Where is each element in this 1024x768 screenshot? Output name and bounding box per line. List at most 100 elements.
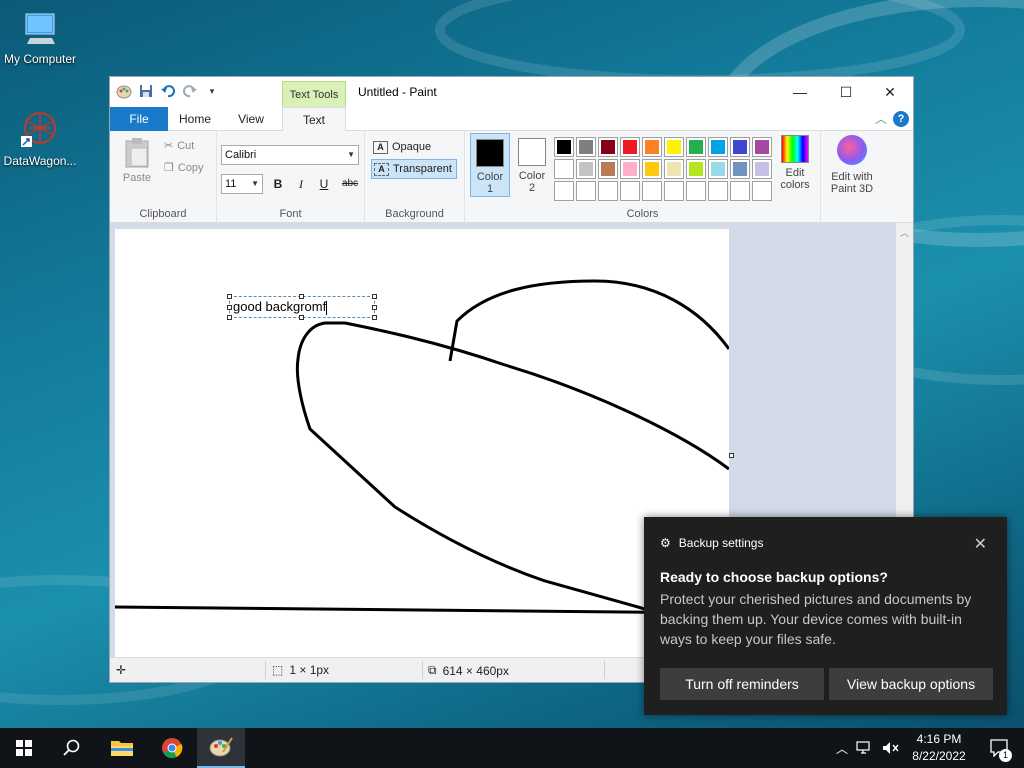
- chrome-button[interactable]: [148, 728, 196, 768]
- edit-colors-button[interactable]: Edit colors: [775, 135, 815, 191]
- palette-color-swatch[interactable]: [598, 159, 618, 179]
- palette-color-swatch[interactable]: [708, 137, 728, 157]
- selection-icon: ⬚: [272, 663, 284, 677]
- show-hidden-icons-chevron-icon[interactable]: ︿: [836, 740, 848, 757]
- resize-handle[interactable]: [299, 315, 304, 320]
- palette-color-swatch[interactable]: [664, 159, 684, 179]
- palette-color-swatch[interactable]: [576, 137, 596, 157]
- paste-button[interactable]: Paste: [118, 137, 156, 184]
- palette-color-swatch[interactable]: [730, 159, 750, 179]
- palette-color-swatch[interactable]: [620, 181, 640, 201]
- volume-muted-icon[interactable]: [882, 741, 900, 755]
- swatch-fill: [711, 162, 725, 176]
- font-size-dropdown[interactable]: 11 ▼: [221, 174, 263, 194]
- color1-button[interactable]: Color 1: [470, 133, 510, 197]
- system-tray: ︿: [836, 728, 900, 768]
- undo-icon[interactable]: [160, 83, 176, 99]
- desktop-icon-my-computer[interactable]: My Computer: [0, 8, 80, 66]
- swatch-fill: [733, 184, 747, 198]
- resize-handle[interactable]: [227, 315, 232, 320]
- resize-handle[interactable]: [227, 305, 232, 310]
- view-backup-options-button[interactable]: View backup options: [829, 668, 993, 700]
- palette-color-swatch[interactable]: [554, 181, 574, 201]
- palette-color-swatch[interactable]: [686, 137, 706, 157]
- tab-view[interactable]: View: [228, 107, 274, 131]
- save-icon[interactable]: [138, 83, 154, 99]
- italic-button[interactable]: I: [292, 175, 310, 193]
- bold-button[interactable]: B: [269, 175, 287, 193]
- palette-color-swatch[interactable]: [554, 137, 574, 157]
- help-icon[interactable]: ?: [893, 111, 909, 127]
- resize-handle[interactable]: [299, 294, 304, 299]
- palette-color-swatch[interactable]: [664, 181, 684, 201]
- cursor-position: ✛: [116, 663, 126, 677]
- customize-qat-icon[interactable]: ▾: [204, 83, 220, 99]
- action-center-button[interactable]: 1: [976, 728, 1024, 768]
- clock[interactable]: 4:16 PM 8/22/2022: [900, 731, 978, 765]
- palette-color-swatch[interactable]: [708, 181, 728, 201]
- palette-color-swatch[interactable]: [576, 181, 596, 201]
- palette-color-swatch[interactable]: [752, 159, 772, 179]
- palette-color-swatch[interactable]: [708, 159, 728, 179]
- swatch-fill: [667, 162, 681, 176]
- opaque-option[interactable]: A Opaque: [371, 137, 457, 157]
- strikethrough-button[interactable]: abc: [338, 175, 362, 193]
- redo-icon[interactable]: [182, 83, 198, 99]
- desktop-icon-datawagon[interactable]: DataWagon...: [0, 110, 80, 168]
- palette-color-swatch[interactable]: [730, 181, 750, 201]
- swatch-fill: [689, 140, 703, 154]
- toast-close-button[interactable]: ✕: [974, 534, 987, 554]
- file-explorer-button[interactable]: [98, 728, 146, 768]
- resize-handle[interactable]: [227, 294, 232, 299]
- tab-text[interactable]: Text: [282, 107, 346, 132]
- palette-color-swatch[interactable]: [752, 137, 772, 157]
- palette-color-swatch[interactable]: [642, 137, 662, 157]
- palette-color-swatch[interactable]: [752, 181, 772, 201]
- turn-off-reminders-button[interactable]: Turn off reminders: [660, 668, 824, 700]
- network-icon[interactable]: [856, 741, 874, 755]
- palette-color-swatch[interactable]: [576, 159, 596, 179]
- palette-color-swatch[interactable]: [598, 137, 618, 157]
- selection-size: ⬚ 1 × 1px: [272, 663, 329, 677]
- minimize-button[interactable]: —: [777, 77, 823, 107]
- divider: [265, 661, 266, 679]
- palette-color-swatch[interactable]: [554, 159, 574, 179]
- palette-color-swatch[interactable]: [686, 181, 706, 201]
- text-cursor: [326, 300, 328, 315]
- maximize-button[interactable]: ☐: [823, 77, 869, 107]
- close-button[interactable]: ✕: [867, 77, 913, 107]
- palette-color-swatch[interactable]: [642, 159, 662, 179]
- canvas-resize-handle[interactable]: [729, 453, 734, 458]
- scroll-up-icon[interactable]: ︿: [896, 223, 913, 239]
- paint3d-icon: [837, 135, 867, 165]
- search-button[interactable]: [48, 728, 96, 768]
- collapse-ribbon-icon[interactable]: ︿: [875, 110, 887, 127]
- palette-color-swatch[interactable]: [642, 181, 662, 201]
- resize-handle[interactable]: [372, 305, 377, 310]
- underline-button[interactable]: U: [315, 175, 333, 193]
- paint-taskbar-button[interactable]: [197, 728, 245, 768]
- palette-color-swatch[interactable]: [620, 137, 640, 157]
- palette-color-swatch[interactable]: [598, 181, 618, 201]
- color2-button[interactable]: Color 2: [512, 133, 552, 197]
- drawing-canvas[interactable]: good backgromf: [115, 229, 729, 657]
- start-button[interactable]: [0, 728, 48, 768]
- palette-color-swatch[interactable]: [664, 137, 684, 157]
- resize-handle[interactable]: [372, 294, 377, 299]
- cut-button[interactable]: ✂ Cut: [164, 139, 194, 153]
- edit-with-paint3d-button[interactable]: Edit with Paint 3D: [823, 135, 881, 195]
- desktop-icon-label: DataWagon...: [3, 154, 77, 168]
- swatch-fill: [689, 162, 703, 176]
- font-family-dropdown[interactable]: Calibri ▼: [221, 145, 359, 165]
- transparent-option[interactable]: A Transparent: [371, 159, 457, 179]
- tab-home[interactable]: Home: [172, 107, 218, 131]
- tab-file[interactable]: File: [110, 107, 168, 131]
- resize-handle[interactable]: [372, 315, 377, 320]
- palette-color-swatch[interactable]: [620, 159, 640, 179]
- swatch-fill: [579, 162, 593, 176]
- copy-button[interactable]: ❐ Copy: [164, 161, 204, 175]
- palette-color-swatch[interactable]: [730, 137, 750, 157]
- palette-color-swatch[interactable]: [686, 159, 706, 179]
- text-tools-context-tab: Text Tools: [282, 81, 346, 107]
- paint-app-icon[interactable]: [116, 83, 132, 99]
